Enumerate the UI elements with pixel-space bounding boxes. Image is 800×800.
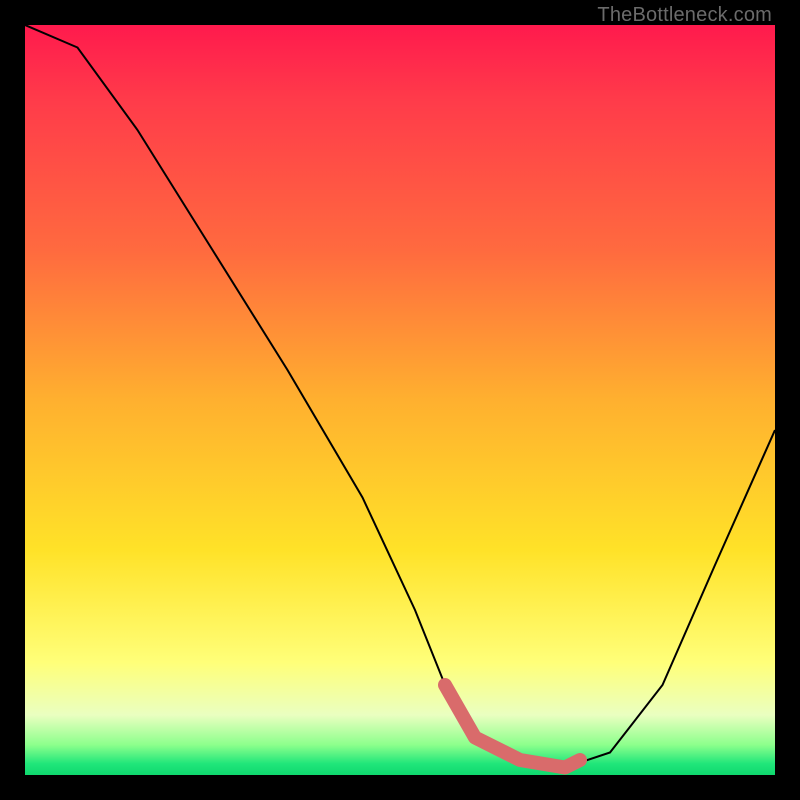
bottleneck-curve-path [25,25,775,768]
attribution-label: TheBottleneck.com [597,4,772,27]
chart-frame: TheBottleneck.com [0,0,800,800]
curve-svg [25,25,775,775]
plot-area [25,25,775,775]
highlighted-range-path [445,685,580,768]
